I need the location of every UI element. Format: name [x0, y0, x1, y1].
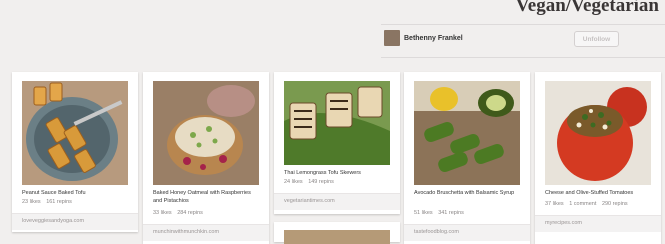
board-owner-bar: Bethenny Frankel Unfollow	[381, 24, 665, 58]
likes-count: 24 likes	[284, 179, 303, 185]
pin-image[interactable]	[414, 81, 520, 185]
pin-image[interactable]	[153, 81, 259, 185]
owner-name[interactable]: Bethenny Frankel	[404, 35, 463, 42]
board-title: Vegan/Vegetarian	[515, 0, 659, 16]
pin-card[interactable]: Peanut Sauce Baked Tofu 23 likes 161 rep…	[12, 72, 138, 232]
likes-count: 51 likes	[414, 210, 433, 216]
pin-stats: 37 likes 1 comment 290 repins	[545, 201, 632, 207]
pin-description: Avocado Bruschetta with Balsamic Syrup	[414, 190, 515, 196]
pin-description: Thai Lemongrass Tofu Skewers	[284, 170, 361, 176]
pin-card[interactable]: Thai Lemongrass Tofu Skewers 24 likes 14…	[274, 72, 400, 214]
avatar[interactable]	[384, 30, 400, 46]
pin-source-link[interactable]: loveveggiesandyoga.com	[22, 218, 84, 224]
pin-card[interactable]: Baked Honey Oatmeal with Raspberries and…	[143, 72, 269, 244]
likes-count: 37 likes	[545, 201, 564, 207]
pin-source-bar[interactable]: munchinwithmunchkin.com	[143, 224, 269, 241]
pin-source-link[interactable]: vegetariantimes.com	[284, 198, 335, 204]
pin-stats: 23 likes 161 repins	[22, 199, 76, 205]
pin-source-bar[interactable]: loveveggiesandyoga.com	[12, 213, 138, 230]
pin-source-link[interactable]: munchinwithmunchkin.com	[153, 229, 219, 235]
pin-card[interactable]: Avocado Bruschetta with Balsamic Syrup 5…	[404, 72, 530, 244]
pin-stats: 24 likes 149 repins	[284, 179, 338, 185]
likes-count: 33 likes	[153, 210, 172, 216]
repins-count: 284 repins	[177, 210, 203, 216]
pin-stats: 51 likes 341 repins	[414, 210, 468, 216]
comments-count: 1 comment	[569, 201, 597, 207]
likes-count: 23 likes	[22, 199, 41, 205]
repins-count: 341 repins	[438, 210, 464, 216]
pin-image[interactable]	[22, 81, 128, 185]
pin-source-link[interactable]: myrecipes.com	[545, 220, 582, 226]
pin-description: Peanut Sauce Baked Tofu	[22, 190, 86, 196]
pin-card[interactable]	[274, 222, 400, 244]
pin-source-bar[interactable]: vegetariantimes.com	[274, 193, 400, 210]
pin-card[interactable]: Cheese and Olive-Stuffed Tomatoes 37 lik…	[535, 72, 661, 244]
pin-description: Baked Honey Oatmeal with Raspberries and…	[153, 190, 251, 204]
pin-image[interactable]	[284, 81, 390, 165]
pin-source-bar[interactable]: myrecipes.com	[535, 215, 661, 232]
unfollow-button[interactable]: Unfollow	[574, 31, 619, 47]
repins-count: 149 repins	[308, 179, 334, 185]
pin-source-link[interactable]: tastefoodblog.com	[414, 229, 459, 235]
repins-count: 290 repins	[601, 201, 628, 207]
pin-image[interactable]	[545, 81, 651, 185]
pin-source-bar[interactable]: tastefoodblog.com	[404, 224, 530, 241]
repins-count: 161 repins	[46, 199, 72, 205]
pin-image[interactable]	[284, 230, 390, 244]
pin-description: Cheese and Olive-Stuffed Tomatoes	[545, 190, 634, 196]
pin-stats: 33 likes 284 repins	[153, 210, 207, 216]
